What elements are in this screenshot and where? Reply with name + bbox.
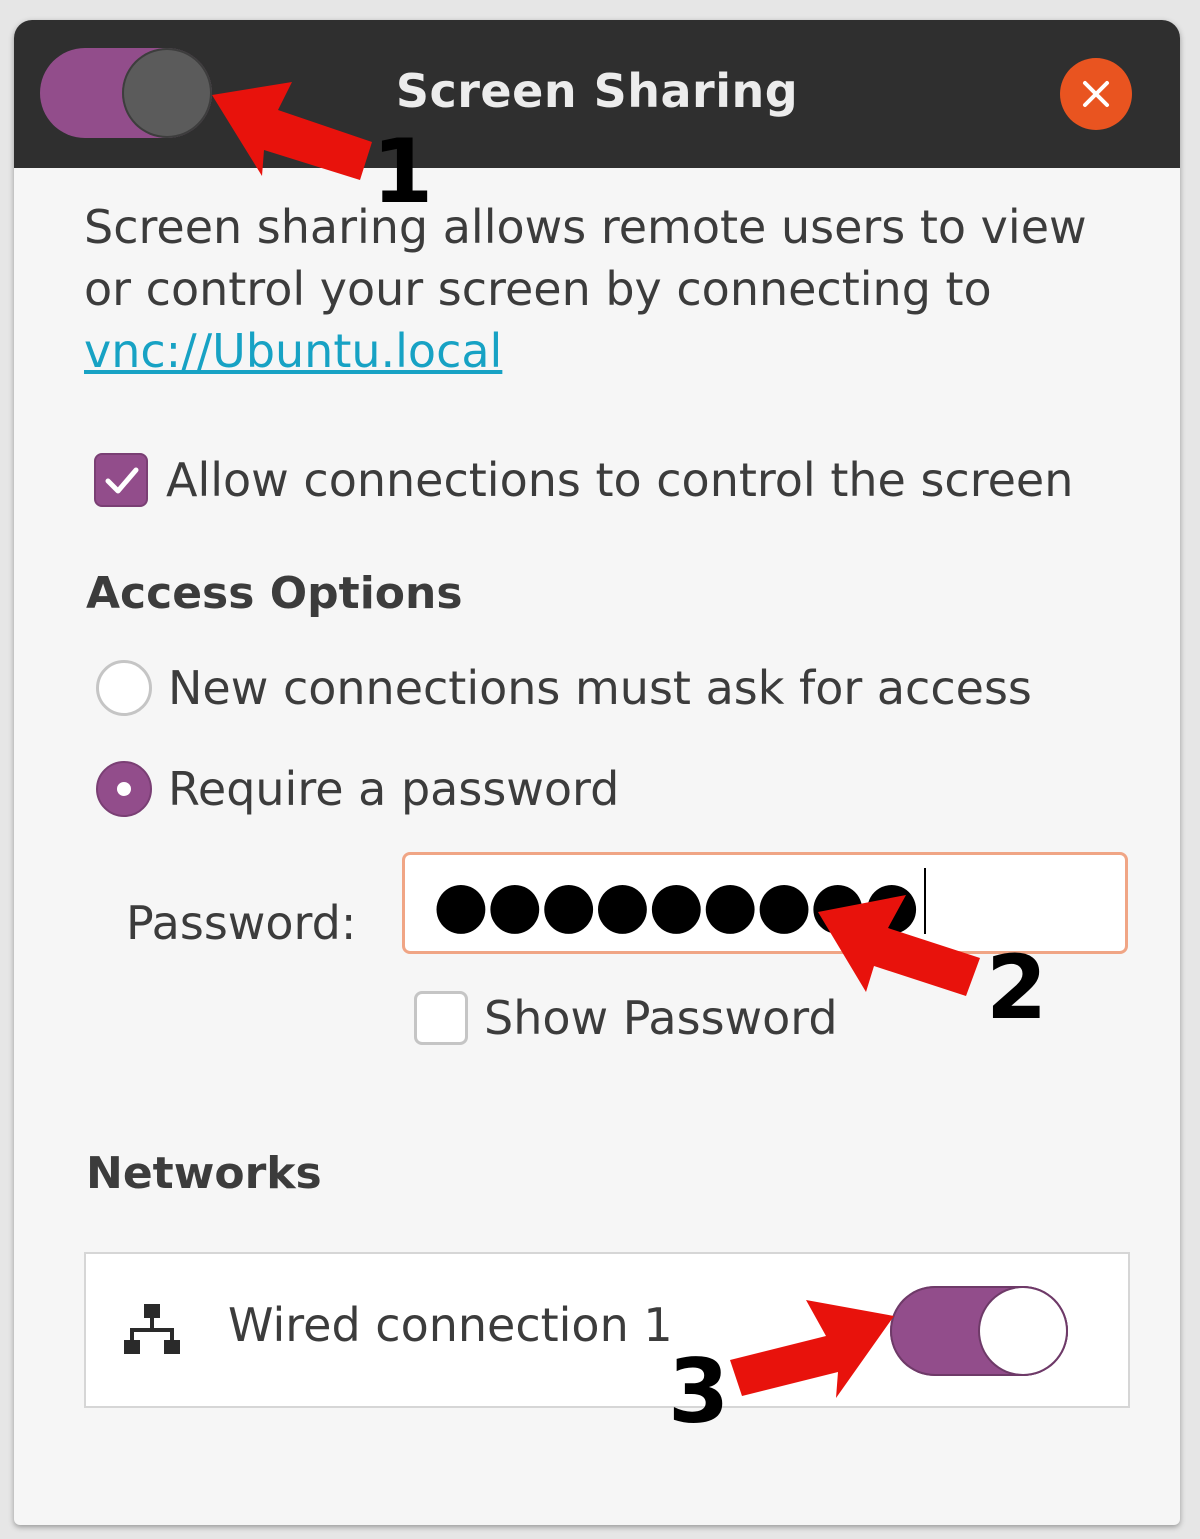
show-password-label: Show Password xyxy=(484,991,838,1045)
checkmark-icon xyxy=(105,467,139,494)
close-icon xyxy=(1083,81,1109,107)
screen-sharing-dialog: Screen Sharing Screen sharing allows rem… xyxy=(14,20,1180,1525)
radio-dot xyxy=(117,782,131,796)
access-options-heading: Access Options xyxy=(86,568,463,619)
radio-ask-access-label: New connections must ask for access xyxy=(168,661,1032,715)
show-password-checkbox[interactable] xyxy=(414,991,468,1045)
annotation-number-2: 2 xyxy=(986,936,1048,1039)
radio-require-password[interactable] xyxy=(96,761,152,817)
dialog-title: Screen Sharing xyxy=(395,64,799,118)
radio-require-password-label: Require a password xyxy=(168,762,620,816)
description-text: Screen sharing allows remote users to vi… xyxy=(84,200,1087,316)
vnc-link[interactable]: vnc://Ubuntu.local xyxy=(84,324,502,378)
toggle-knob xyxy=(980,1288,1066,1374)
annotation-number-1: 1 xyxy=(372,120,434,223)
radio-require-password-row[interactable]: Require a password xyxy=(96,761,619,817)
text-caret xyxy=(923,868,926,934)
annotation-number-3: 3 xyxy=(668,1340,730,1443)
network-toggle[interactable] xyxy=(890,1286,1068,1376)
show-password-row[interactable]: Show Password xyxy=(414,991,838,1045)
radio-ask-access-row[interactable]: New connections must ask for access xyxy=(96,660,1032,716)
titlebar: Screen Sharing xyxy=(14,20,1180,168)
password-dots: ●●●●●●●●● xyxy=(433,868,920,942)
close-button[interactable] xyxy=(1060,58,1132,130)
radio-ask-access[interactable] xyxy=(96,660,152,716)
network-item-label: Wired connection 1 xyxy=(228,1298,673,1352)
password-label: Password: xyxy=(126,896,357,950)
network-list: Wired connection 1 xyxy=(84,1252,1130,1408)
allow-control-row[interactable]: Allow connections to control the screen xyxy=(94,453,1073,507)
description: Screen sharing allows remote users to vi… xyxy=(84,196,1144,382)
network-wired-icon xyxy=(124,1304,180,1354)
networks-heading: Networks xyxy=(86,1148,322,1199)
allow-control-checkbox[interactable] xyxy=(94,453,148,507)
allow-control-label: Allow connections to control the screen xyxy=(166,453,1074,507)
